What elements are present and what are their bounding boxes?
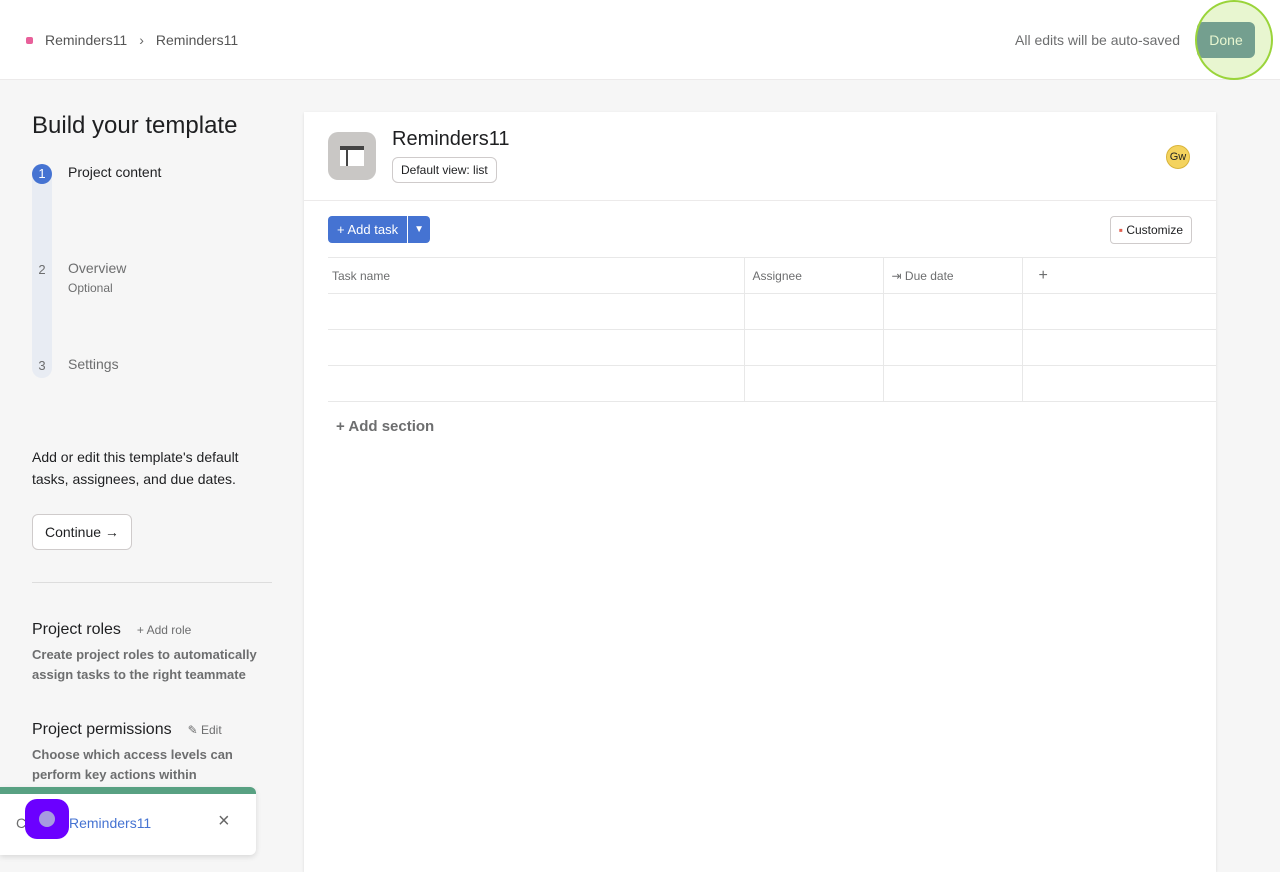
project-permissions-title: Project permissions <box>32 721 172 738</box>
project-title[interactable]: Reminders11 <box>392 128 509 151</box>
step-sublabel: Optional <box>68 281 113 295</box>
project-roles-description: Create project roles to automatically as… <box>32 647 257 682</box>
add-role-button[interactable]: + Add role <box>137 623 191 637</box>
step-number: 3 <box>38 358 46 373</box>
calendar-icon: ⇥ <box>891 268 902 283</box>
top-bar: Reminders11 › Reminders11 All edits will… <box>0 0 1280 80</box>
column-label: Due date <box>904 268 954 283</box>
chevron-right-icon: › <box>139 32 144 48</box>
divider <box>304 200 1216 201</box>
step-settings[interactable]: 3 Settings <box>32 356 119 376</box>
default-view-button[interactable]: Default view: list <box>392 157 497 183</box>
step-number: 1 <box>32 164 52 184</box>
stepper: 1 Project content 2 Overview Optional 3 Sett… <box>32 164 272 378</box>
customize-button[interactable]: ▪ Customize <box>1109 216 1192 244</box>
step-project-content[interactable]: 1 Project content <box>32 164 161 184</box>
step-description: Add or edit this template's default task… <box>32 449 239 487</box>
add-task-button[interactable]: + Add task <box>328 216 408 243</box>
customize-icon: ▪ <box>1118 223 1123 237</box>
continue-button[interactable]: Continue → <box>32 514 132 550</box>
close-icon[interactable]: × <box>218 810 230 833</box>
project-color-icon <box>26 36 33 44</box>
add-task-split-button: + Add task ▼ <box>328 216 431 243</box>
add-section-button[interactable]: + Add section <box>336 418 434 435</box>
table-row[interactable] <box>328 293 1216 330</box>
project-roles-title: Project roles <box>32 621 121 638</box>
chevron-down-icon[interactable]: ▼ <box>408 216 431 243</box>
step-label: Overview <box>68 260 127 276</box>
toast-link[interactable]: Reminders11 <box>69 815 151 831</box>
breadcrumb: Reminders11 › Reminders11 <box>26 32 238 48</box>
step-overview[interactable]: 2 Overview Optional <box>32 260 126 295</box>
divider <box>32 582 272 583</box>
step-label: Settings <box>68 356 119 372</box>
customize-label: Customize <box>1126 223 1183 237</box>
breadcrumb-item[interactable]: Reminders11 <box>156 32 238 48</box>
project-card: Reminders11 Default view: list Gw + Add … <box>304 112 1216 872</box>
step-label: Project content <box>68 164 162 180</box>
table-row[interactable] <box>328 329 1216 366</box>
template-builder-panel: Build your template 1 Project content 2 Ov… <box>32 112 272 785</box>
add-column-button[interactable]: + <box>1022 257 1216 294</box>
autosave-status: All edits will be auto-saved <box>1015 32 1180 48</box>
breadcrumb-item[interactable]: Reminders11 <box>45 32 127 48</box>
project-permissions-description: Choose which access levels can perform k… <box>32 747 233 782</box>
edit-permissions-button[interactable]: ✎ Edit <box>188 723 222 737</box>
task-table: Task name Assignee ⇥ Due date + <box>328 257 1216 402</box>
table-header: Task name Assignee ⇥ Due date + <box>328 257 1216 294</box>
column-task-name[interactable]: Task name <box>328 257 745 294</box>
page-title: Build your template <box>32 112 238 139</box>
assistant-launcher-icon[interactable] <box>25 799 69 839</box>
project-icon <box>328 132 376 180</box>
avatar[interactable]: Gw <box>1166 145 1190 169</box>
table-row[interactable] <box>328 365 1216 402</box>
column-assignee[interactable]: Assignee <box>744 257 884 294</box>
step-number: 2 <box>38 262 46 277</box>
click-highlight <box>1195 0 1273 80</box>
column-due-date[interactable]: ⇥ Due date <box>883 257 1023 294</box>
